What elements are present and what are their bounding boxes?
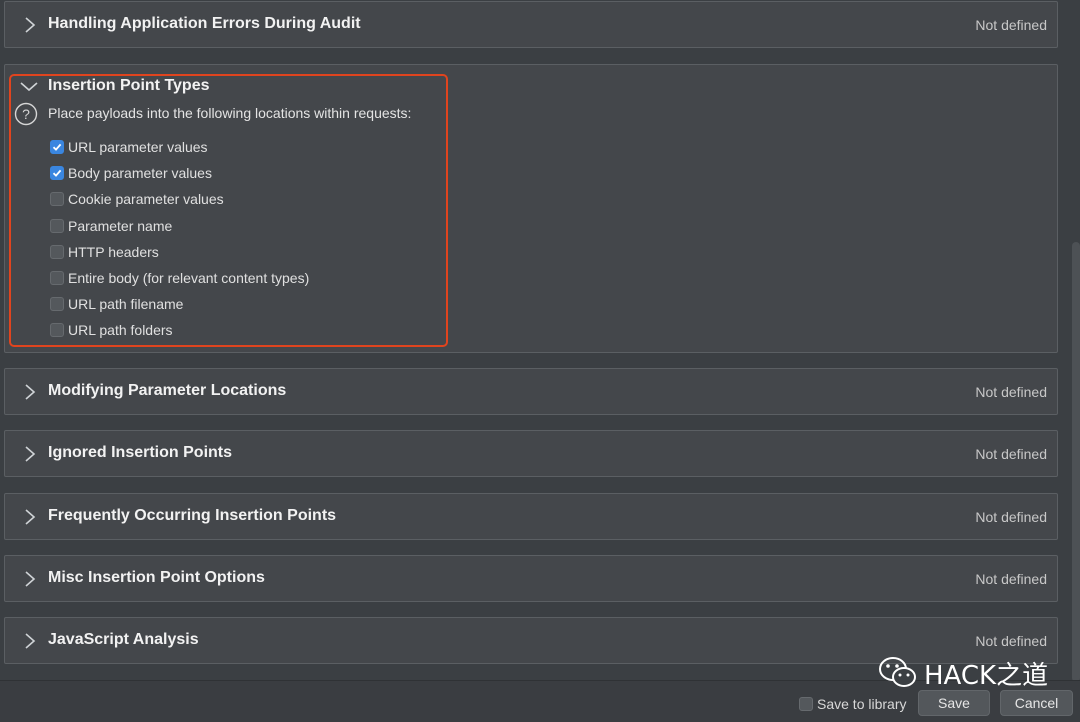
save-to-library-checkbox[interactable]: Save to library [799, 696, 906, 712]
checkbox-checked[interactable] [50, 166, 64, 180]
insertion-option[interactable]: URL parameter values [50, 137, 208, 157]
insertion-option-label: URL path folders [68, 322, 173, 338]
section-title: JavaScript Analysis [48, 631, 199, 648]
section-collapsed[interactable]: Frequently Occurring Insertion Points Not… [4, 493, 1058, 540]
chevron-right-icon[interactable] [19, 569, 39, 589]
checkbox[interactable] [50, 219, 64, 233]
section-handling-application-errors[interactable]: Handling Application Errors During Audit… [4, 1, 1058, 48]
section-collapsed[interactable]: Misc Insertion Point Options Not defined [4, 555, 1058, 602]
section-title: Handling Application Errors During Audit [48, 15, 361, 32]
chevron-right-icon[interactable] [19, 382, 39, 402]
insertion-option[interactable]: URL path folders [50, 320, 173, 340]
wechat-icon [879, 657, 916, 687]
section-title[interactable]: Insertion Point Types [48, 77, 210, 95]
help-icon[interactable]: ? [14, 102, 38, 126]
insertion-option-label: Entire body (for relevant content types) [68, 270, 310, 286]
save-to-library-label: Save to library [817, 696, 907, 712]
insertion-option-label: Body parameter values [68, 165, 212, 181]
section-title: Frequently Occurring Insertion Points [48, 507, 337, 524]
watermark: HACK之道 [878, 655, 1048, 691]
svg-text:?: ? [22, 106, 30, 122]
checkbox-checked[interactable] [50, 140, 64, 154]
section-collapsed[interactable]: Modifying Parameter Locations Not defined [4, 368, 1058, 415]
insertion-option-label: Parameter name [68, 218, 173, 234]
section-status: Not defined [975, 571, 1047, 587]
checkbox[interactable] [50, 192, 64, 206]
section-status: Not defined [975, 446, 1047, 462]
vertical-scrollbar[interactable] [1072, 242, 1080, 682]
insertion-option[interactable]: URL path filename [50, 294, 183, 314]
chevron-right-icon[interactable] [19, 15, 39, 35]
section-title: Modifying Parameter Locations [48, 382, 287, 399]
section-status: Not defined [975, 509, 1047, 525]
insertion-option[interactable]: HTTP headers [50, 242, 159, 262]
insertion-option-label: URL path filename [68, 296, 184, 312]
checkbox[interactable] [50, 297, 64, 311]
section-collapsed[interactable]: Ignored Insertion Points Not defined [4, 430, 1058, 477]
checkbox[interactable] [50, 323, 64, 337]
chevron-right-icon[interactable] [19, 444, 39, 464]
insertion-option-label: HTTP headers [68, 244, 159, 260]
checkbox[interactable] [50, 271, 64, 285]
cancel-button[interactable]: Cancel [1000, 690, 1073, 716]
insertion-option[interactable]: Cookie parameter values [50, 189, 224, 209]
checkmark-icon [52, 169, 62, 177]
insertion-description: Place payloads into the following locati… [48, 105, 412, 121]
checkbox[interactable] [50, 245, 64, 259]
section-title: Ignored Insertion Points [48, 444, 233, 461]
scan-config-panel: Handling Application Errors During Audit… [0, 0, 1080, 722]
watermark-text: HACK之道 [924, 660, 1049, 691]
chevron-right-icon[interactable] [19, 631, 39, 651]
insertion-option[interactable]: Parameter name [50, 216, 172, 236]
insertion-option[interactable]: Body parameter values [50, 163, 212, 183]
section-title: Misc Insertion Point Options [48, 569, 265, 586]
section-status: Not defined [975, 384, 1047, 400]
save-button[interactable]: Save [918, 690, 990, 716]
checkmark-icon [52, 143, 62, 151]
chevron-down-icon[interactable] [19, 77, 39, 97]
section-status: Not defined [975, 17, 1047, 33]
chevron-right-icon[interactable] [19, 507, 39, 527]
insertion-option-label: URL parameter values [68, 139, 208, 155]
insertion-option[interactable]: Entire body (for relevant content types) [50, 268, 309, 288]
insertion-option-label: Cookie parameter values [68, 191, 224, 207]
checkbox[interactable] [799, 697, 813, 711]
section-status: Not defined [975, 633, 1047, 649]
